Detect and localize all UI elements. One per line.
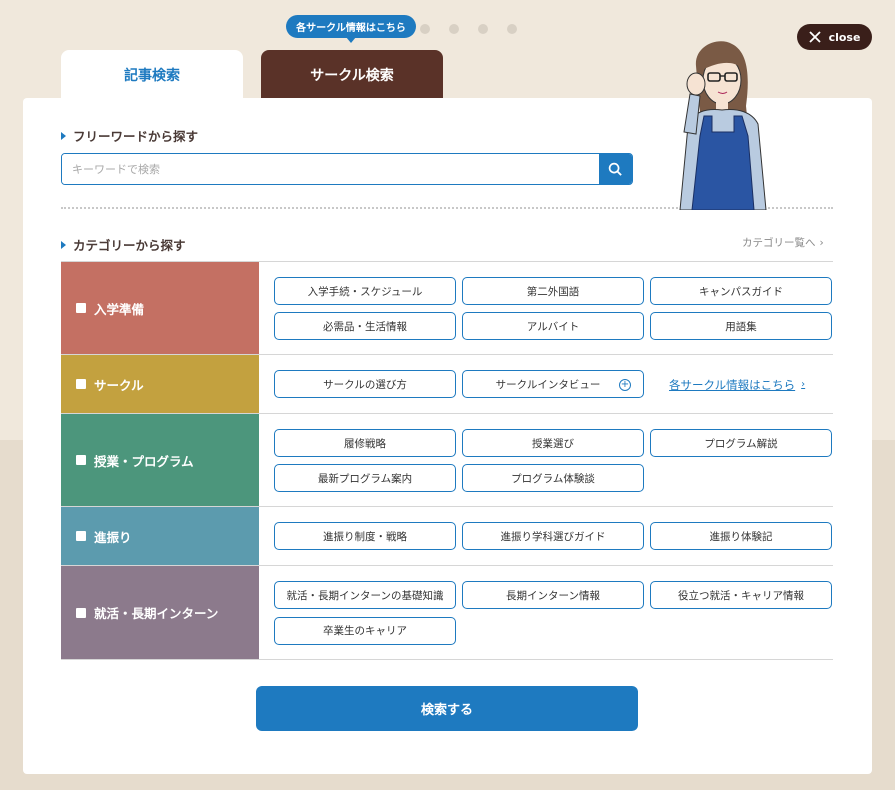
chip[interactable]: 入学手続・スケジュール [274,277,456,305]
chip[interactable]: 卒業生のキャリア [274,616,456,645]
category-row-circle: サークル サークルの選び方 サークルインタビュー + 各サークル情報はこちら › [61,355,833,414]
chip[interactable]: キャンパスガイド [650,277,832,305]
plus-icon: + [619,379,631,391]
category-list-label: カテゴリー覧へ [742,237,816,249]
search-input[interactable] [62,154,599,184]
category-label: 授業・プログラム [94,453,194,469]
category-heading: カテゴリーから探す [61,235,186,254]
chip[interactable]: 授業選び [462,429,644,457]
chip[interactable]: 用語集 [650,312,832,340]
chip[interactable]: プログラム解説 [650,429,832,457]
checkbox[interactable] [76,531,86,541]
triangle-icon [61,131,66,140]
chip[interactable]: アルバイト [462,312,644,340]
chip[interactable]: 進振り学科選びガイド [462,522,644,550]
category-label: 入学準備 [94,301,145,317]
category-row-admission: 入学準備 入学手続・スケジュール 第二外国語 キャンパスガイド 必需品・生活情報… [61,261,833,355]
chevron-right-icon: › [801,379,806,390]
chip[interactable]: 必需品・生活情報 [274,312,456,340]
category-table: 入学準備 入学手続・スケジュール 第二外国語 キャンパスガイド 必需品・生活情報… [61,261,833,660]
category-row-classes: 授業・プログラム 履修戦略 授業選び プログラム解説 最新プログラム案内 プログ… [61,414,833,507]
tab-circle-search[interactable]: サークル検索 [261,50,443,100]
carousel-dots [420,24,517,34]
category-shinfuri[interactable]: 進振り [61,507,259,565]
chip[interactable]: 履修戦略 [274,429,456,457]
chip[interactable]: 長期インターン情報 [462,581,644,609]
freeword-title: フリーワードから探す [73,129,199,144]
chip[interactable]: 進振り制度・戦略 [274,522,456,550]
circle-info-label: 各サークル情報はこちら [669,377,796,392]
chip[interactable]: 進振り体験記 [650,522,832,550]
chip[interactable]: 役立つ就活・キャリア情報 [650,581,832,609]
search-submit-button[interactable]: 検索する [256,686,638,731]
checkbox[interactable] [76,455,86,465]
category-label: サークル [94,377,144,393]
chevron-right-icon: › [819,236,824,249]
close-icon [808,31,821,43]
chip-label: サークルインタビュー [495,378,601,391]
triangle-icon [61,240,66,249]
category-label: 進振り [94,529,132,545]
category-admission[interactable]: 入学準備 [61,262,259,354]
tab-article-search[interactable]: 記事検索 [61,50,243,100]
chip-with-plus[interactable]: サークルインタビュー + [462,370,644,398]
search-icon [608,162,622,176]
category-row-career: 就活・長期インターン 就活・長期インターンの基礎知識 長期インターン情報 役立つ… [61,566,833,660]
woman-illustration [679,41,767,210]
search-button[interactable] [599,154,632,184]
category-list-link[interactable]: カテゴリー覧へ › [742,235,824,250]
circle-info-tooltip: 各サークル情報はこちら [286,15,416,43]
chip[interactable]: 最新プログラム案内 [274,464,456,492]
search-field [61,153,633,185]
category-title: カテゴリーから探す [73,238,186,253]
checkbox[interactable] [76,607,86,618]
category-classes[interactable]: 授業・プログラム [61,414,259,506]
chip[interactable]: 就活・長期インターンの基礎知識 [274,581,456,609]
chip[interactable]: プログラム体験談 [462,464,644,492]
chip[interactable]: 第二外国語 [462,277,644,305]
category-label: 就活・長期インターン [94,606,219,621]
category-circle[interactable]: サークル [61,355,259,413]
chip[interactable]: サークルの選び方 [274,370,456,398]
checkbox[interactable] [76,303,86,313]
freeword-heading: フリーワードから探す [61,126,198,145]
circle-info-link[interactable]: 各サークル情報はこちら › [650,370,832,399]
checkbox[interactable] [76,379,86,389]
close-label: close [828,30,861,44]
category-row-shinfuri: 進振り 進振り制度・戦略 進振り学科選びガイド 進振り体験記 [61,507,833,566]
close-button[interactable]: close [797,24,872,50]
category-career[interactable]: 就活・長期インターン [61,566,259,659]
